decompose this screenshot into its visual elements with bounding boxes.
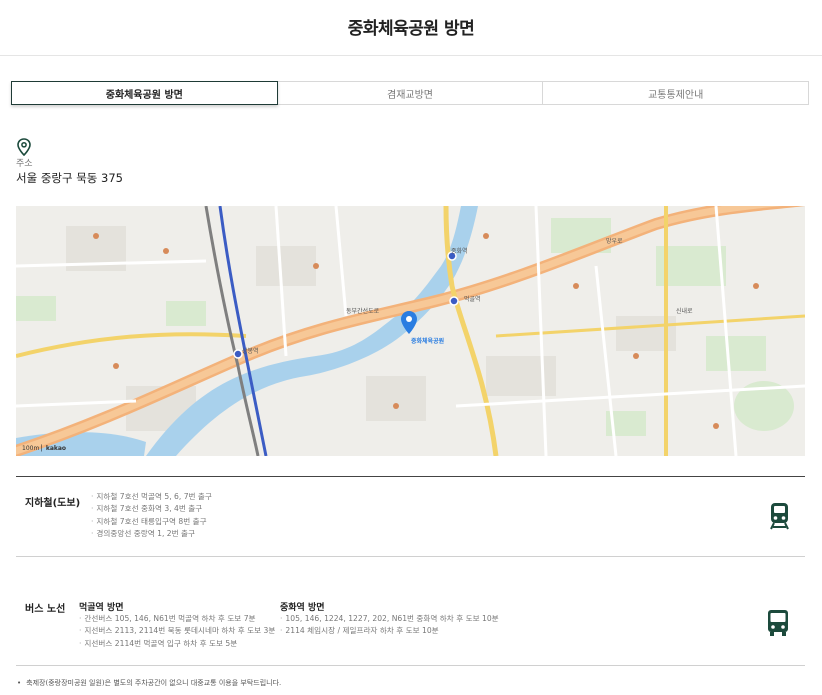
map-scale: 100m ▏kakao [22,445,67,452]
map-logo: kakao [45,445,67,452]
bus-section-title: 버스 노선 [25,604,66,615]
list-item: 지선버스 2114번 먹골역 입구 하차 후 도보 5분 [79,638,275,650]
map-scale-text: 100m [22,445,40,452]
map-label-junghwa: 중화역 [451,248,468,255]
list-item: 경의중앙선 중랑역 1, 2번 출구 [91,528,212,540]
list-item: 지하철 7호선 중화역 3, 4번 출구 [91,503,212,515]
tab-traffic-control[interactable]: 교통통제안내 [542,81,810,105]
tab-gyeomjaegyo[interactable]: 겸재교방면 [276,81,544,105]
location-map[interactable]: 중화체육공원 중화역 먹골역 상봉역 동부간선도로 망우로 신내로 100m ▏… [16,206,805,456]
page-header: 중화체육공원 방면 [0,0,822,56]
map-label-meokgol: 먹골역 [464,296,481,303]
page-title: 중화체육공원 방면 [347,19,475,39]
train-icon [770,503,789,530]
list-item: 105, 146, 1224, 1227, 202, N61번 중화역 하차 후… [280,613,498,625]
bus-junghwa-title: 중화역 방면 [280,603,325,613]
bus-junghwa-list: 105, 146, 1224, 1227, 202, N61번 중화역 하차 후… [280,613,499,638]
list-item: 지하철 7호선 태릉입구역 8번 출구 [91,516,212,528]
address-value: 서울 중랑구 묵동 375 [16,171,123,185]
direction-tabs: 중화체육공원 방면 겸재교방면 교통통제안내 [11,81,810,105]
map-canvas [16,206,805,456]
subway-section-title: 지하철(도보) [25,498,81,509]
address-label: 주소 [16,159,33,169]
list-item: 지하철 7호선 먹골역 5, 6, 7번 출구 [91,491,211,503]
section-divider-bottom [16,665,805,666]
subway-list: 지하철 7호선 먹골역 5, 6, 7번 출구 지하철 7호선 중화역 3, 4… [91,491,212,540]
map-label-park: 중화체육공원 [411,338,445,345]
map-label-sinnae: 신내로 [676,308,693,315]
section-divider-top [16,476,805,477]
bus-meokgol-title: 먹골역 방면 [79,603,124,613]
map-pin-icon [17,138,31,156]
bus-icon [768,610,788,636]
map-label-mangwu: 망우로 [606,238,623,245]
address-block: 주소 서울 중랑구 묵동 375 [16,138,123,186]
map-label-sangbong: 상봉역 [242,348,259,355]
list-item: 2114 체임시장 / 제일프라자 하차 후 도보 10분 [280,625,499,637]
tab-junghwa-park[interactable]: 중화체육공원 방면 [11,81,278,105]
section-divider [16,556,805,557]
bus-meokgol-list: 간선버스 105, 146, N61번 먹골역 하차 후 도보 7분 지선버스 … [79,613,275,650]
list-item: 지선버스 2113, 2114번 묵동 롯데시네마 하차 후 도보 3분 [79,625,275,637]
parking-note: 축제장(중랑장미공원 일원)은 별도의 주차공간이 없으니 대중교통 이용을 부… [17,678,281,688]
list-item: 간선버스 105, 146, N61번 먹골역 하차 후 도보 7분 [79,613,275,625]
map-label-dongbu: 동부간선도로 [346,308,380,315]
